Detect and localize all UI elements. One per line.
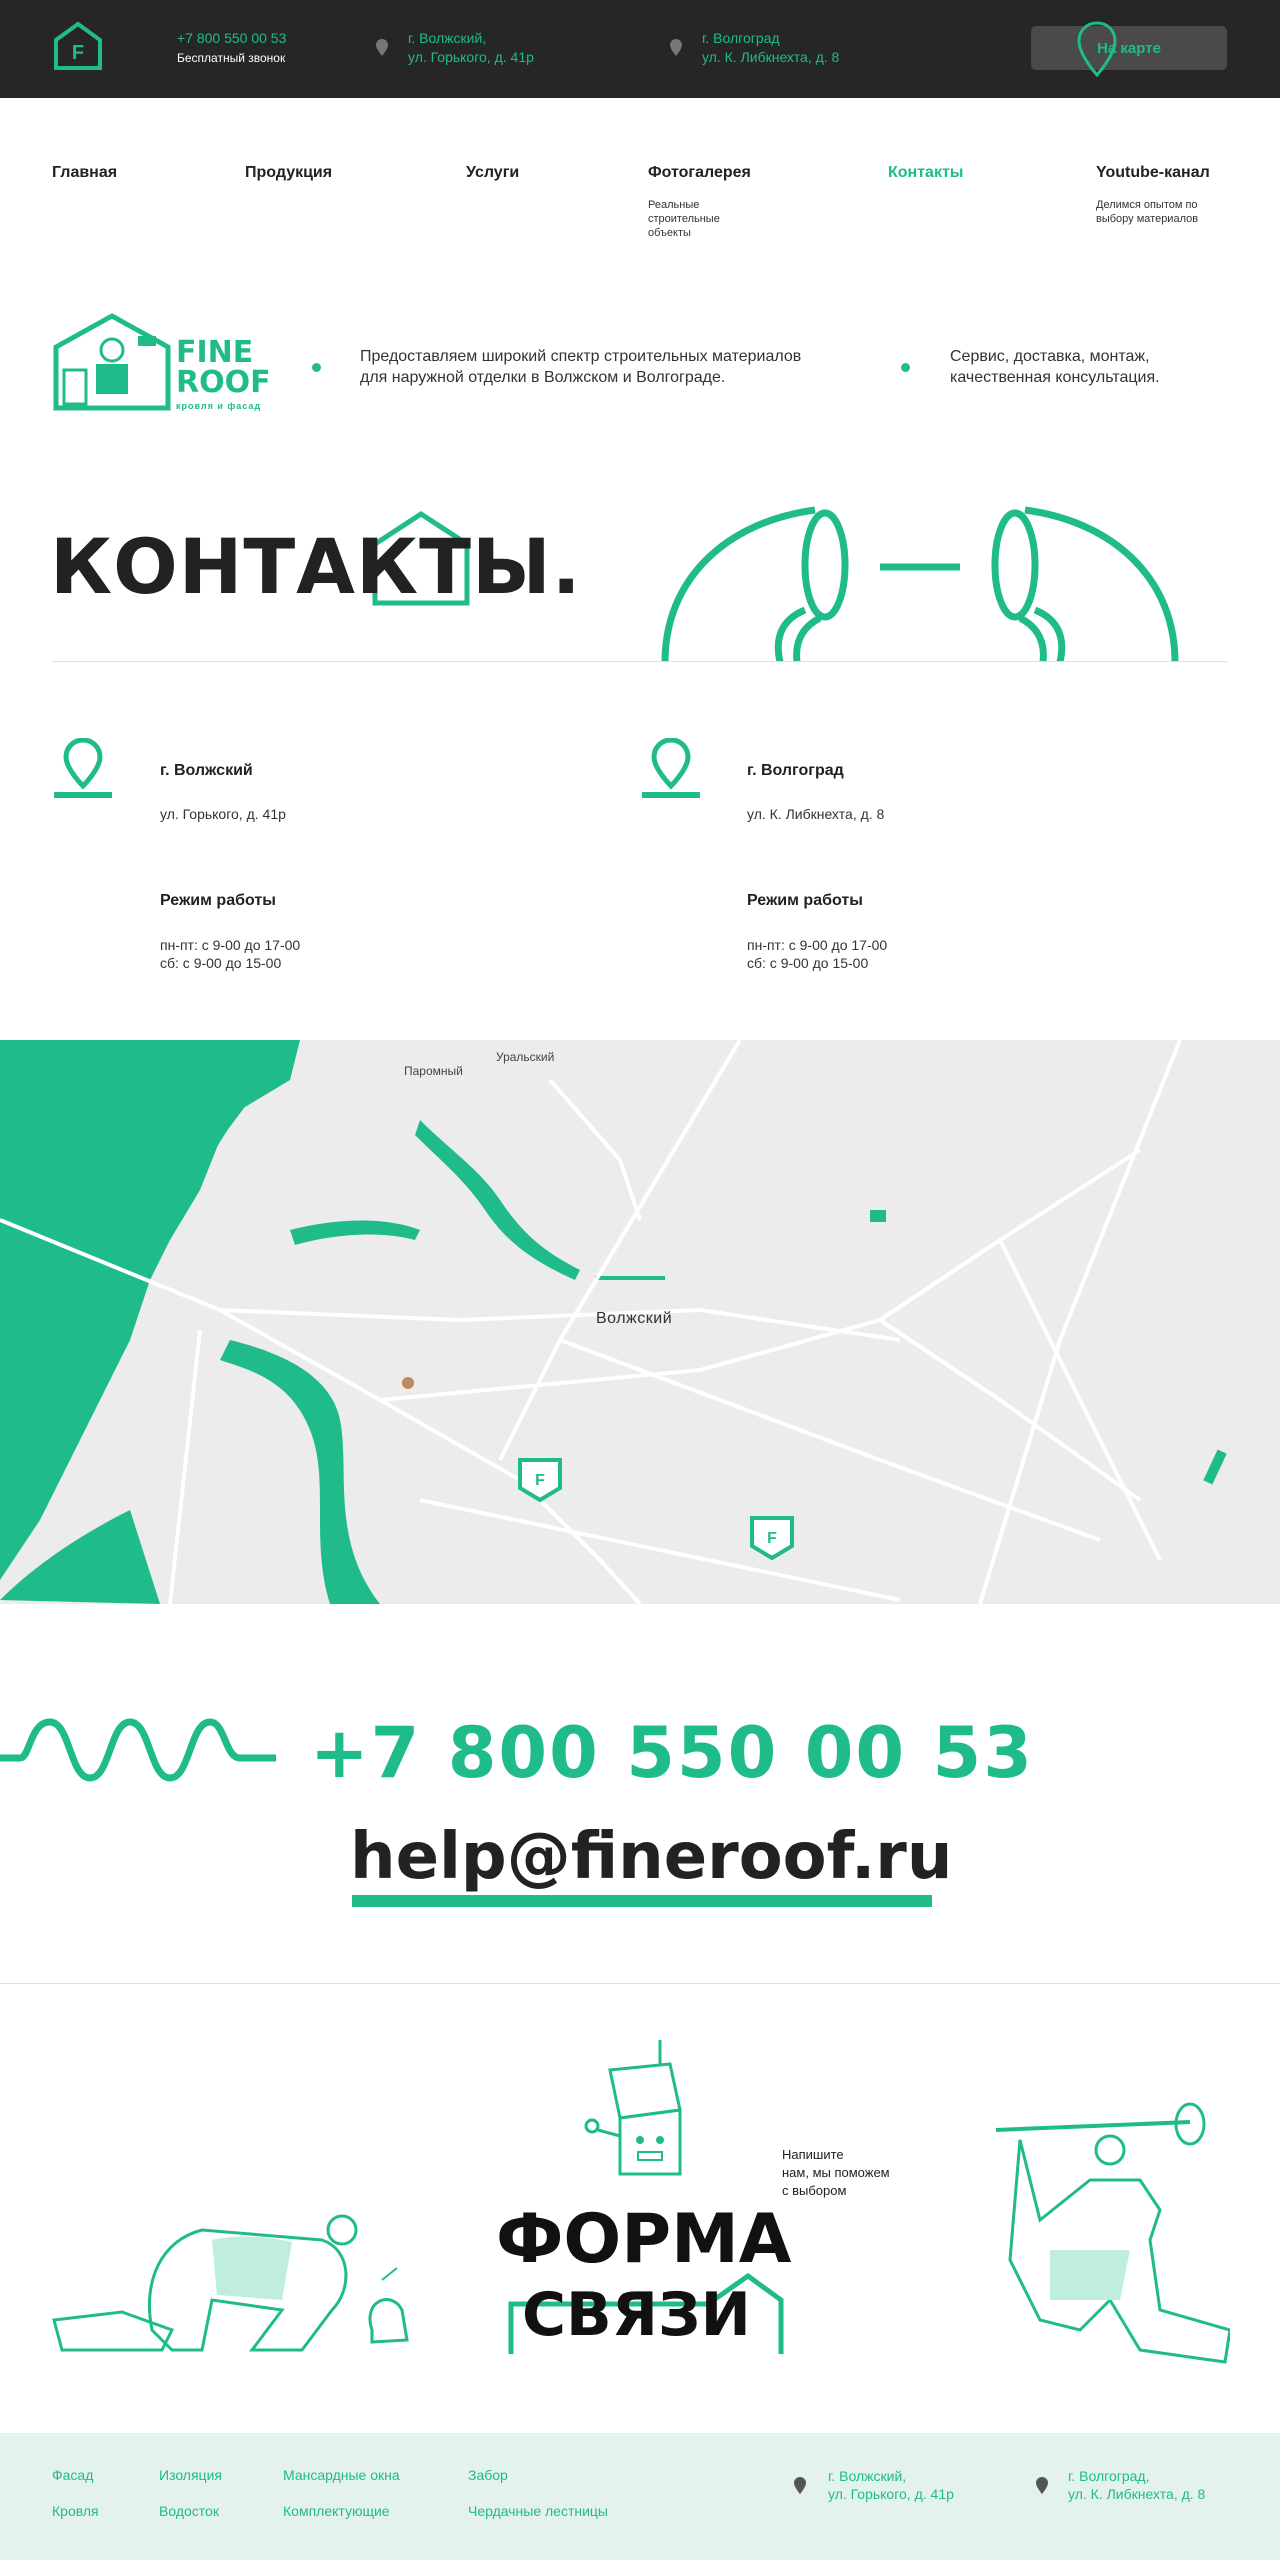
map-button-label: На карте [1097,39,1161,57]
top-bar: F +7 800 550 00 53 Бесплатный звонок г. … [0,0,1280,98]
map-marker-letter: F [535,1472,545,1489]
wave-decoration-icon [0,1718,276,1782]
house-robot-icon [584,2040,682,2176]
topbar-address1-line2: ул. Горького, д. 41р [408,49,534,65]
nav-item-products[interactable]: Продукция [245,164,332,182]
topbar-phone-note: Бесплатный звонок [177,51,286,65]
schedule-line: пн-пт: с 9-00 до 17-00 [160,937,301,953]
form-note-line: нам, мы поможем [782,2165,890,2180]
bullet-dot [901,363,910,372]
nav-item-gallery[interactable]: Фотогалерея [648,164,751,182]
map-place-label: Уральский [496,1050,555,1064]
office-city-volgograd: г. Волгоград [747,762,844,779]
divider [0,1983,1280,1984]
footer-link-roof[interactable]: Кровля [52,2503,99,2519]
intro-text-1-line1: Предоставляем широкий спектр строительны… [360,348,802,365]
telephone-handset-icon [661,506,1179,662]
office-city-volzhsky: г. Волжский [160,762,253,779]
location-pin-icon [376,39,388,56]
footer-link-attic-stairs[interactable]: Чердачные лестницы [468,2503,608,2519]
schedule-line: сб: с 9-00 до 15-00 [747,955,869,971]
location-pin-icon [670,39,682,56]
form-title-word2[interactable]: СВЯЗИ [522,2280,751,2350]
metro-icon [402,1377,414,1389]
footer-address1-line2: ул. Горького, д. 41р [828,2486,954,2502]
worker-with-hammer-icon [995,2102,1230,2364]
office-address-volgograd: ул. К. Либкнехта, д. 8 [747,806,885,822]
schedule-title: Режим работы [160,892,276,909]
schedule-line: сб: с 9-00 до 15-00 [160,955,282,971]
footer-link-accessories[interactable]: Комплектующие [283,2503,390,2519]
map-marker-letter: F [767,1530,777,1547]
roofer-mascot-icon [53,313,171,411]
intro-text-1-line2: для наружной отделки в Волжском и Волгог… [360,369,726,386]
nav-sub-youtube: Делимся опытом по выбору материалов [1096,199,1199,225]
map-button[interactable]: На карте [1031,21,1227,78]
divider [52,661,1227,662]
map-marker[interactable]: F [518,1458,562,1503]
schedule-line: пн-пт: с 9-00 до 17-00 [747,937,888,953]
location-pin-icon [1036,2477,1048,2494]
email-underline [352,1895,932,1907]
footer-link-roof-windows[interactable]: Мансардные окна [283,2467,400,2483]
intro-text-2-line1: Сервис, доставка, монтаж, [950,348,1150,365]
intro-text-2-line2: качественная консультация. [950,369,1160,386]
home-logo-icon[interactable]: F [52,20,104,72]
footer: Фасад Кровля Изоляция Водосток Мансардны… [0,2433,1280,2560]
footer-link-facade[interactable]: Фасад [52,2467,93,2483]
logo-text-line1: FINE [176,335,254,370]
map-city-label: Волжский [596,1310,673,1327]
contact-phone[interactable]: +7 800 550 00 53 [310,1712,1034,1794]
topbar-address1-line1: г. Волжский, [408,30,487,46]
topbar-address2-line2: ул. К. Либкнехта, д. 8 [702,49,840,65]
footer-link-fence[interactable]: Забор [468,2467,508,2483]
footer-address2-line2: ул. К. Либкнехта, д. 8 [1068,2486,1206,2502]
nav-sub-gallery: Реальные строительные объекты [648,199,720,239]
nav-item-home[interactable]: Главная [52,164,117,182]
nav-item-youtube[interactable]: Youtube-канал [1096,164,1210,182]
footer-link-drainage[interactable]: Водосток [159,2503,219,2519]
page-title: КОНТАКТЫ. [50,522,582,611]
topbar-address2-line1: г. Волгоград [702,30,780,46]
form-note: Напишите нам, мы поможем с выбором [782,2146,890,2200]
footer-link-insulation[interactable]: Изоляция [159,2467,222,2483]
location-pin-icon [642,738,700,798]
schedule-title: Режим работы [747,892,863,909]
kneeling-worker-with-dog-icon [52,2214,409,2352]
location-pin-icon [54,738,112,798]
footer-address1-line1: г. Волжский, [828,2468,907,2484]
contact-email[interactable]: help@fineroof.ru [350,1820,952,1894]
logo-badge-letter: F [72,42,84,64]
form-title-word1[interactable]: ФОРМА [496,2200,791,2279]
form-note-line: с выбором [782,2183,847,2198]
logo-text-line2: ROOF [176,365,271,400]
form-note-line: Напишите [782,2147,844,2162]
topbar-phone[interactable]: +7 800 550 00 53 [177,29,286,47]
map[interactable]: F F Волжский Паромный Уральский [0,1040,1280,1604]
logo-tagline: кровля и фасад [176,401,262,411]
bullet-dot [312,363,321,372]
map-marker[interactable]: F [750,1516,794,1561]
nav-item-services[interactable]: Услуги [466,164,519,182]
location-pin-icon [794,2477,806,2494]
office-address-volzhsky: ул. Горького, д. 41р [160,806,286,822]
nav-item-contacts[interactable]: Контакты [888,164,963,182]
footer-address2-line1: г. Волгоград, [1068,2468,1150,2484]
map-place-label: Паромный [404,1064,463,1078]
